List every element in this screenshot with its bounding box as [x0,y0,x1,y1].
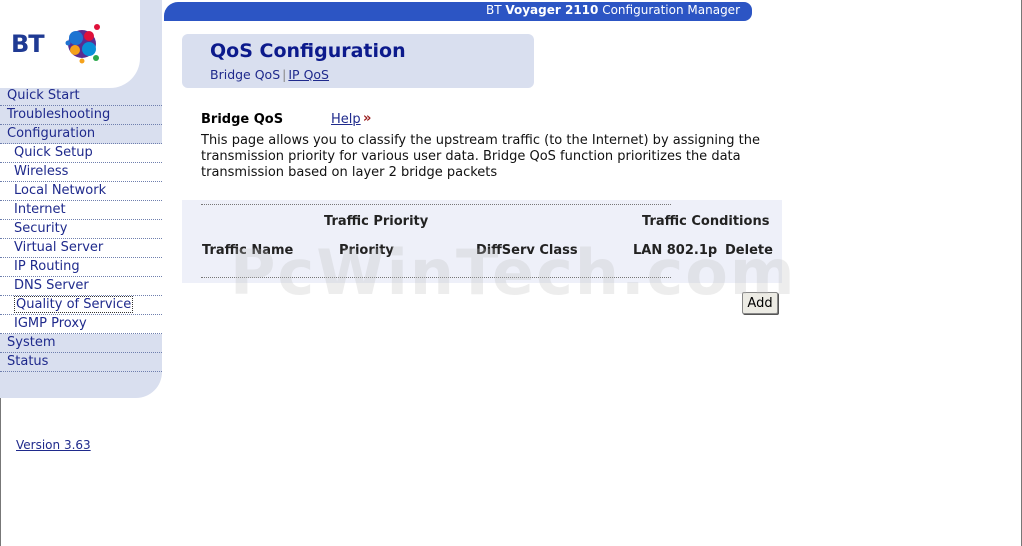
sidebar-item-igmp-proxy[interactable]: IGMP Proxy [0,315,162,334]
header-bar: BT Voyager 2110 Configuration Manager [164,2,752,21]
sidebar-item-troubleshooting[interactable]: Troubleshooting [0,106,162,125]
table-bottom-divider [201,277,671,278]
sidebar-item-virtual-server[interactable]: Virtual Server [0,239,162,258]
column-header-diffserv-class: DiffServ Class [476,243,578,258]
subnav-link-ip-qos[interactable]: IP QoS [288,67,329,82]
sidebar-item-system[interactable]: System [0,334,162,353]
title-panel: QoS Configuration Bridge QoS | IP QoS [182,34,534,88]
group-header-traffic-priority: Traffic Priority [324,214,429,229]
sidebar-item-local-network[interactable]: Local Network [0,182,162,201]
column-header-lan-8021p: LAN 802.1p [633,243,718,258]
section-heading: Bridge QoS [201,112,284,127]
sidebar-item-label: Configuration [7,126,96,141]
bt-globe-icon [65,24,100,64]
sidebar-item-label: Quick Setup [14,145,93,160]
sidebar-item-wireless[interactable]: Wireless [0,163,162,182]
column-header-priority: Priority [339,243,394,258]
help-link[interactable]: Help [331,112,361,127]
sidebar-item-security[interactable]: Security [0,220,162,239]
add-button[interactable]: Add [742,292,778,314]
sidebar-item-label: Local Network [14,183,107,198]
sidebar: BT Quick Start Troubleshooting Configurati… [0,0,162,398]
column-header-delete: Delete [725,243,773,258]
sidebar-item-label: Security [14,221,68,236]
sidebar-nav: Quick Start Troubleshooting Configuration Q… [0,87,162,372]
page-description: This page allows you to classify the ups… [201,133,760,180]
qos-table: Traffic Priority Traffic Conditions Traf… [182,200,782,283]
app-title: BT Voyager 2110 Configuration Manager [485,3,740,17]
subnav-current-bridge-qos: Bridge QoS [210,67,281,82]
version-link[interactable]: Version 3.63 [16,438,91,452]
sidebar-item-quick-start[interactable]: Quick Start [0,87,162,106]
sidebar-item-label: IGMP Proxy [14,316,87,331]
page-title: QoS Configuration [210,40,406,62]
column-header-traffic-name: Traffic Name [202,243,294,258]
sidebar-item-label: Wireless [14,164,69,179]
sidebar-item-label: Troubleshooting [7,107,111,122]
sidebar-item-internet[interactable]: Internet [0,201,162,220]
sidebar-item-dns-server[interactable]: DNS Server [0,277,162,296]
sidebar-item-label: Virtual Server [14,240,104,255]
qos-subnav: Bridge QoS | IP QoS [210,67,329,82]
sidebar-item-status[interactable]: Status [0,353,162,372]
sidebar-item-label: System [7,335,56,350]
sidebar-item-label: Status [7,354,49,369]
left-divider [0,398,1,546]
sidebar-item-label: IP Routing [14,259,80,274]
sidebar-item-ip-routing[interactable]: IP Routing [0,258,162,277]
sidebar-item-label: Quality of Service [14,296,134,313]
sidebar-item-quick-setup[interactable]: Quick Setup [0,144,162,163]
sidebar-item-label: Quick Start [7,88,80,103]
subnav-separator: | [282,67,287,82]
bt-logo: BT [0,0,140,88]
help-arrow-icon[interactable]: » [363,111,371,126]
sidebar-item-configuration[interactable]: Configuration [0,125,162,144]
group-header-traffic-conditions: Traffic Conditions [642,214,770,229]
sidebar-item-label: DNS Server [14,278,89,293]
sidebar-item-quality-of-service[interactable]: Quality of Service [0,296,162,315]
bt-logo-text: BT [11,30,45,58]
sidebar-item-label: Internet [14,202,66,217]
table-top-divider [201,204,671,205]
